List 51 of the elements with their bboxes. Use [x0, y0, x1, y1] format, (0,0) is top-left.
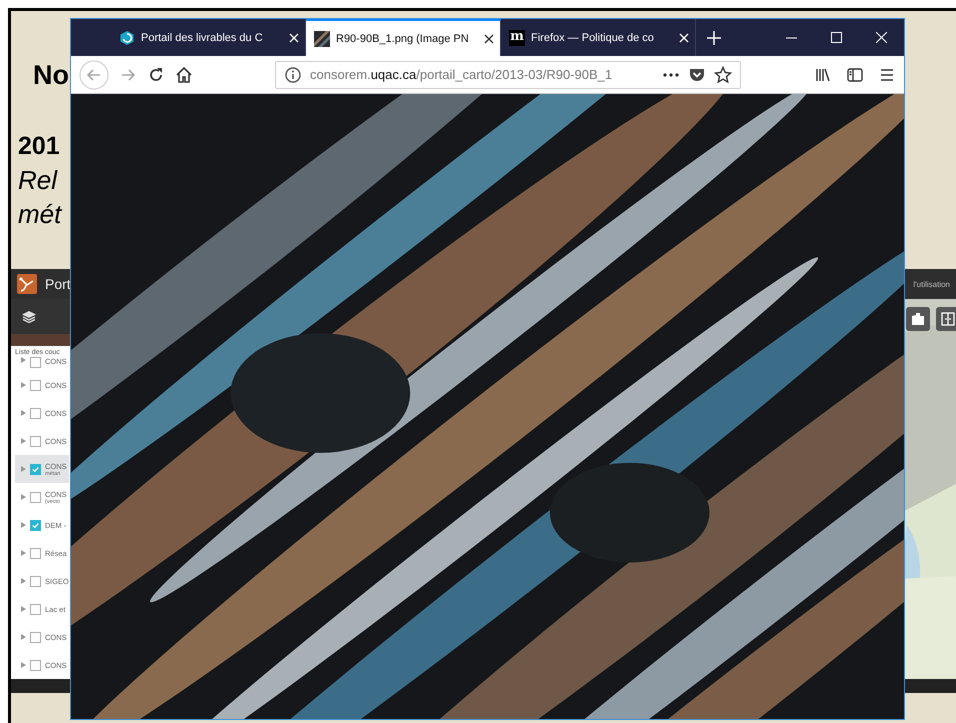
checkbox[interactable]: [30, 604, 41, 614]
browser-tab[interactable]: m Firefox — Politique de co: [501, 19, 696, 56]
checkbox[interactable]: [30, 464, 41, 474]
checkbox[interactable]: [30, 408, 41, 418]
new-tab-icon[interactable]: [707, 30, 721, 44]
split-view-icon: [940, 311, 956, 327]
checkbox[interactable]: [30, 492, 41, 502]
expand-icon[interactable]: [21, 606, 26, 612]
slide-text: 201: [18, 131, 60, 162]
layers-icon[interactable]: [21, 308, 37, 324]
browser-tab[interactable]: R90-90B_1.png (Image PN: [306, 19, 501, 56]
back-icon[interactable]: [79, 60, 109, 90]
slide-title: No: [33, 59, 69, 91]
home-icon[interactable]: [175, 66, 193, 84]
expand-icon[interactable]: [21, 382, 26, 388]
checkbox[interactable]: [30, 660, 41, 670]
checkbox[interactable]: [30, 436, 41, 446]
expand-icon[interactable]: [21, 578, 26, 584]
close-icon[interactable]: [484, 34, 494, 44]
reload-icon[interactable]: [147, 66, 165, 84]
checkbox[interactable]: [30, 380, 41, 390]
checkbox[interactable]: [30, 520, 41, 530]
favicon: m: [509, 30, 525, 46]
basemap-button[interactable]: [906, 307, 930, 331]
hexagon-icon: [119, 30, 135, 46]
checkbox[interactable]: [30, 548, 41, 558]
logo-icon: [17, 274, 37, 294]
slide-text: Rel: [18, 164, 58, 197]
expand-icon[interactable]: [21, 438, 26, 444]
slide-text: mét: [18, 198, 62, 231]
expand-icon[interactable]: [21, 634, 26, 640]
header-link[interactable]: l'utilisation: [913, 280, 950, 288]
app-title: Port: [45, 276, 71, 292]
expand-icon[interactable]: [21, 410, 26, 416]
expand-icon[interactable]: [21, 494, 26, 500]
expand-icon[interactable]: [21, 522, 26, 528]
basemap-icon: [910, 311, 926, 327]
checkbox[interactable]: [30, 357, 41, 368]
sidebar-icon[interactable]: [846, 66, 864, 84]
expand-icon[interactable]: [21, 466, 26, 472]
image-thumbnail-icon: [314, 30, 330, 46]
address-bar[interactable]: consorem.uqac.ca/portail_carto/2013-03/R90-90B_1: [275, 60, 741, 88]
maximize-icon[interactable]: [831, 32, 842, 43]
expand-icon[interactable]: [21, 550, 26, 556]
checkbox[interactable]: [30, 632, 41, 642]
star-icon[interactable]: [714, 66, 732, 84]
info-icon[interactable]: [284, 66, 302, 84]
expand-icon[interactable]: [21, 662, 26, 668]
checkbox[interactable]: [30, 576, 41, 586]
split-view-button[interactable]: [936, 307, 956, 331]
expand-icon[interactable]: [21, 357, 26, 363]
